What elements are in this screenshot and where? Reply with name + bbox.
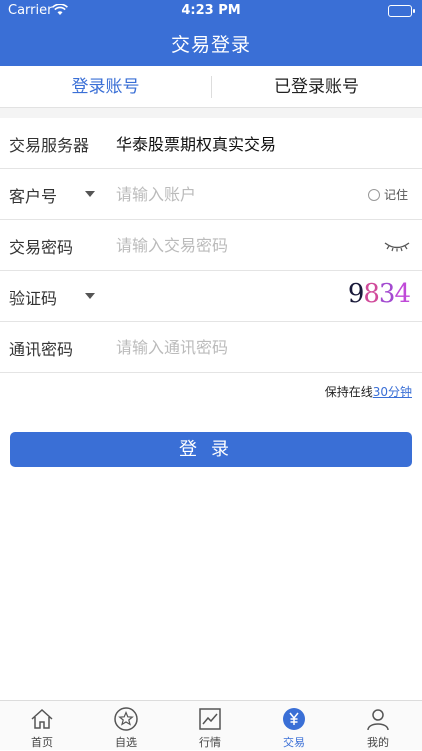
login-button[interactable]: 登录	[10, 432, 412, 467]
comm-password-row: 通讯密码	[0, 322, 422, 373]
tabbar-item-watchlist[interactable]: 自选	[84, 701, 168, 751]
chart-icon	[199, 708, 221, 730]
header: Carrier 4:23 PM 交易登录	[0, 0, 422, 66]
server-value[interactable]: 华泰股票期权真实交易	[116, 131, 276, 155]
tabbar-item-trade[interactable]: 交易	[252, 701, 336, 751]
captcha-image[interactable]: 9834	[348, 279, 411, 309]
stay-online: 保持在线30分钟	[325, 383, 412, 400]
section-gap	[0, 108, 422, 118]
tabbar-label: 行情	[199, 736, 221, 749]
tabbar-label: 交易	[283, 736, 305, 749]
star-icon	[114, 707, 138, 731]
remember-label: 记住	[383, 188, 408, 202]
password-input[interactable]	[116, 230, 356, 260]
chevron-down-icon[interactable]	[85, 191, 95, 197]
password-label: 交易密码	[9, 238, 74, 257]
clock: 4:23 PM	[181, 3, 241, 18]
yen-icon	[283, 708, 305, 730]
tab-login-account[interactable]: 登录账号	[0, 66, 211, 108]
account-label: 客户号	[9, 187, 58, 206]
login-form: 交易服务器 华泰股票期权真实交易 客户号 记住 交易密码 验证码 9834 通讯…	[0, 118, 422, 373]
person-icon	[367, 709, 389, 731]
tabbar-item-mine[interactable]: 我的	[336, 701, 420, 751]
page-title: 交易登录	[170, 34, 251, 56]
password-row: 交易密码	[0, 220, 422, 271]
chevron-down-icon[interactable]	[85, 293, 95, 299]
tabbar-label: 我的	[367, 736, 389, 749]
stay-online-label: 保持在线	[324, 385, 373, 399]
battery-icon	[388, 5, 415, 17]
tabbar-item-home[interactable]: 首页	[0, 701, 84, 751]
account-row: 客户号 记住	[0, 169, 422, 220]
captcha-input[interactable]	[116, 281, 316, 311]
captcha-row: 验证码 9834	[0, 271, 422, 322]
account-input[interactable]	[116, 179, 356, 209]
tab-logged-in-accounts[interactable]: 已登录账号	[211, 66, 422, 108]
comm-password-label: 通讯密码	[9, 340, 74, 359]
radio-icon[interactable]	[367, 188, 380, 201]
stay-online-duration-link[interactable]: 30分钟	[373, 385, 412, 399]
remember-checkbox[interactable]: 记住	[367, 186, 408, 203]
tabbar-item-market[interactable]: 行情	[168, 701, 252, 751]
login-tabs: 登录账号 已登录账号	[0, 66, 422, 108]
home-icon	[31, 708, 53, 729]
captcha-label: 验证码	[9, 289, 58, 308]
server-row[interactable]: 交易服务器 华泰股票期权真实交易	[0, 118, 422, 169]
status-bar: Carrier 4:23 PM	[0, 0, 422, 22]
server-label: 交易服务器	[9, 136, 90, 155]
tabbar-label: 首页	[31, 736, 53, 749]
comm-password-input[interactable]	[116, 332, 356, 362]
eye-closed-icon[interactable]	[384, 237, 410, 256]
tabbar-label: 自选	[115, 736, 137, 749]
tab-bar: 首页 自选 行情 交易 我的	[0, 700, 422, 750]
